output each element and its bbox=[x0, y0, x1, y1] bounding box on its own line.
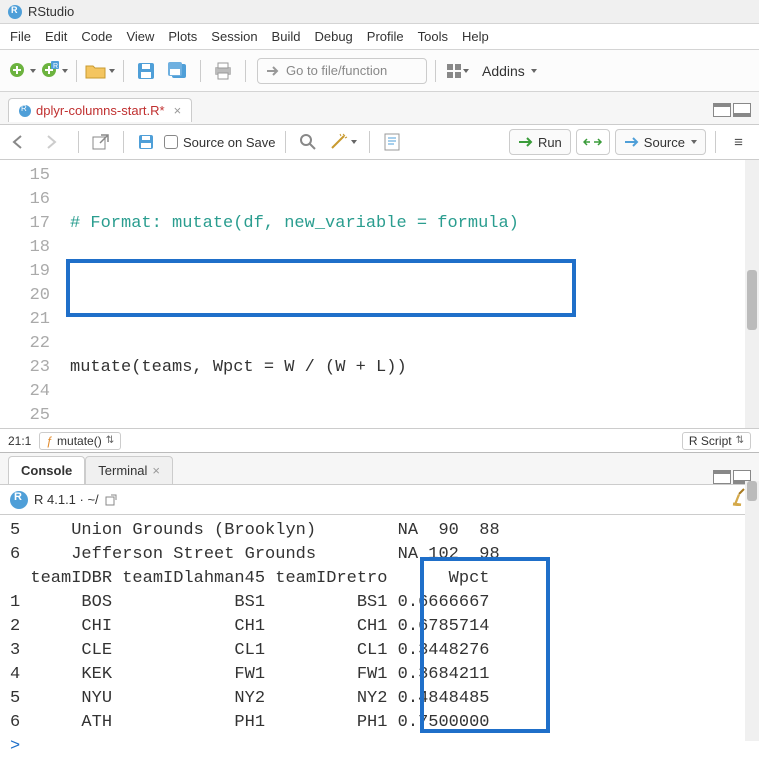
menu-build[interactable]: Build bbox=[272, 29, 301, 44]
wand-button[interactable] bbox=[326, 129, 360, 155]
language-mode[interactable]: R Script ⇅ bbox=[682, 432, 751, 450]
source-on-save-label: Source on Save bbox=[183, 135, 276, 150]
menu-tools[interactable]: Tools bbox=[418, 29, 448, 44]
console-line: 1 BOS BS1 BS1 0.6666667 bbox=[10, 593, 489, 612]
menu-plots[interactable]: Plots bbox=[168, 29, 197, 44]
grid-icon bbox=[447, 64, 461, 78]
function-context[interactable]: ƒ mutate() ⇅ bbox=[39, 432, 121, 450]
console-minimize-button[interactable] bbox=[713, 470, 731, 484]
run-arrow-icon bbox=[518, 136, 534, 148]
save-button[interactable] bbox=[132, 57, 160, 85]
console-output[interactable]: 5 Union Grounds (Brooklyn) NA 90 88 6 Je… bbox=[0, 515, 759, 741]
compile-report-button[interactable] bbox=[379, 129, 405, 155]
goto-file-input[interactable]: Go to file/function bbox=[257, 58, 427, 84]
tab-terminal[interactable]: Terminal × bbox=[85, 456, 173, 484]
popout-console-icon[interactable] bbox=[105, 494, 117, 506]
console-pane: Console Terminal × R 4.1.1 · ~/ 5 Union … bbox=[0, 453, 759, 741]
menu-bar: File Edit Code View Plots Session Build … bbox=[0, 24, 759, 50]
function-icon: ƒ bbox=[46, 434, 53, 448]
console-scrollbar[interactable] bbox=[745, 481, 759, 741]
source-tab-row: dplyr-columns-start.R* × bbox=[0, 92, 759, 124]
grid-button[interactable] bbox=[444, 57, 472, 85]
console-header: R 4.1.1 · ~/ bbox=[0, 485, 759, 515]
console-tabs: Console Terminal × bbox=[0, 453, 759, 485]
source-button[interactable]: Source bbox=[615, 129, 706, 155]
window-titlebar: RStudio bbox=[0, 0, 759, 24]
updown-icon: ⇅ bbox=[736, 435, 744, 446]
new-project-button[interactable]: R bbox=[40, 57, 68, 85]
save-source-button[interactable] bbox=[133, 129, 159, 155]
function-name: mutate() bbox=[57, 434, 102, 448]
rerun-button[interactable] bbox=[576, 129, 610, 155]
open-file-button[interactable] bbox=[85, 57, 115, 85]
addins-button[interactable]: Addins bbox=[476, 60, 543, 82]
rstudio-icon bbox=[8, 5, 22, 19]
console-line: 5 NYU NY2 NY2 0.4848485 bbox=[10, 689, 489, 708]
menu-edit[interactable]: Edit bbox=[45, 29, 67, 44]
scrollbar-thumb[interactable] bbox=[747, 270, 757, 330]
updown-icon: ⇅ bbox=[106, 435, 114, 446]
nav-forward-button[interactable] bbox=[41, 129, 69, 155]
menu-view[interactable]: View bbox=[126, 29, 154, 44]
menu-code[interactable]: Code bbox=[81, 29, 112, 44]
menu-help[interactable]: Help bbox=[462, 29, 489, 44]
new-file-button[interactable] bbox=[8, 57, 36, 85]
console-line: 5 Union Grounds (Brooklyn) NA 90 88 bbox=[10, 521, 500, 540]
menu-debug[interactable]: Debug bbox=[314, 29, 352, 44]
nav-back-button[interactable] bbox=[8, 129, 36, 155]
run-button[interactable]: Run bbox=[509, 129, 571, 155]
r-logo-icon bbox=[10, 491, 28, 509]
source-filename: dplyr-columns-start.R* bbox=[36, 103, 165, 118]
console-line: 4 KEK FW1 FW1 0.3684211 bbox=[10, 665, 489, 684]
language-label: R Script bbox=[689, 434, 732, 448]
menu-file[interactable]: File bbox=[10, 29, 31, 44]
code-area[interactable]: # Format: mutate(df, new_variable = form… bbox=[60, 160, 759, 428]
run-label: Run bbox=[538, 135, 562, 150]
scrollbar-thumb[interactable] bbox=[747, 481, 757, 501]
menu-session[interactable]: Session bbox=[211, 29, 257, 44]
console-line: 2 CHI CH1 CH1 0.6785714 bbox=[10, 617, 489, 636]
source-arrow-icon bbox=[624, 136, 640, 148]
window-title: RStudio bbox=[28, 4, 74, 19]
annotation-highlight-wpct bbox=[420, 557, 550, 733]
r-version: R 4.1.1 · ~/ bbox=[34, 492, 99, 507]
source-file-tab[interactable]: dplyr-columns-start.R* × bbox=[8, 98, 192, 122]
console-prompt[interactable]: > bbox=[10, 737, 30, 756]
main-toolbar: R Go to file/function Addins bbox=[0, 50, 759, 92]
goto-file-placeholder: Go to file/function bbox=[286, 63, 387, 78]
tab-console-label: Console bbox=[21, 463, 72, 478]
close-tab-icon[interactable]: × bbox=[174, 103, 182, 118]
line-gutter: 15 16 17 18 19 20 21 22 23 24 25 bbox=[0, 160, 60, 428]
editor-scrollbar[interactable] bbox=[745, 160, 759, 428]
close-icon[interactable]: × bbox=[152, 463, 160, 478]
console-line: 3 CLE CL1 CL1 0.3448276 bbox=[10, 641, 489, 660]
pane-minimize-button[interactable] bbox=[713, 103, 731, 117]
tab-console[interactable]: Console bbox=[8, 456, 85, 484]
menu-profile[interactable]: Profile bbox=[367, 29, 404, 44]
r-file-icon bbox=[19, 105, 31, 117]
editor-toolbar: Source on Save Run Source bbox=[0, 124, 759, 160]
console-line: teamIDBR teamIDlahman45 teamIDretro Wpct bbox=[10, 569, 489, 588]
console-line: 6 ATH PH1 PH1 0.7500000 bbox=[10, 713, 489, 732]
pane-maximize-button[interactable] bbox=[733, 103, 751, 117]
find-button[interactable] bbox=[295, 129, 321, 155]
editor-status-bar: 21:1 ƒ mutate() ⇅ R Script ⇅ bbox=[0, 428, 759, 452]
code-line[interactable] bbox=[70, 284, 759, 308]
save-all-button[interactable] bbox=[164, 57, 192, 85]
print-button[interactable] bbox=[209, 57, 237, 85]
popout-button[interactable] bbox=[88, 129, 114, 155]
addins-label: Addins bbox=[482, 63, 525, 79]
code-line[interactable]: mutate(teams, Wpct = W / (W + L)) bbox=[70, 356, 759, 380]
code-editor[interactable]: 15 16 17 18 19 20 21 22 23 24 25 # Forma… bbox=[0, 160, 759, 428]
source-pane: dplyr-columns-start.R* × Source on Save bbox=[0, 92, 759, 453]
source-on-save-checkbox[interactable] bbox=[164, 135, 178, 149]
goto-arrow-icon bbox=[266, 64, 280, 78]
source-label: Source bbox=[644, 135, 685, 150]
tab-terminal-label: Terminal bbox=[98, 463, 147, 478]
svg-text:R: R bbox=[53, 63, 58, 70]
code-line[interactable]: # Format: mutate(df, new_variable = form… bbox=[70, 212, 759, 236]
outline-toggle-button[interactable]: ≡ bbox=[725, 129, 751, 155]
cursor-position: 21:1 bbox=[8, 434, 31, 448]
pane-minmax bbox=[713, 103, 751, 117]
